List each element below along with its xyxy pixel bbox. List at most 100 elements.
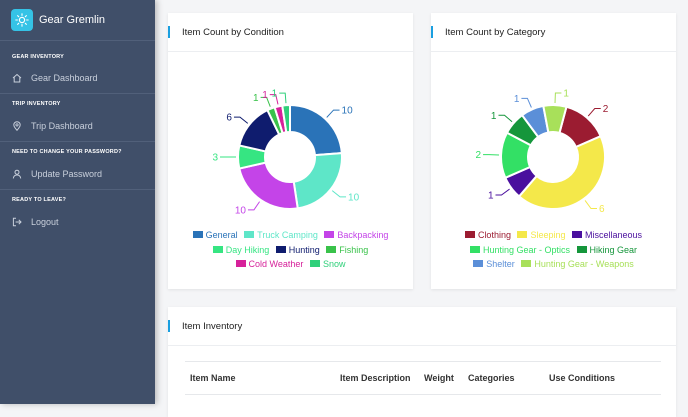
legend-swatch	[326, 246, 336, 253]
user-icon	[12, 169, 22, 179]
legend-label: Backpacking	[337, 230, 388, 240]
sidebar-divider	[0, 93, 155, 94]
data-label-fishing: 1	[253, 93, 259, 104]
legend-swatch	[465, 231, 475, 238]
data-label-clothing: 2	[603, 104, 609, 115]
legend-swatch	[572, 231, 582, 238]
data-label-cold-weather: 1	[262, 90, 268, 101]
data-label-shelter: 1	[514, 94, 520, 105]
legend-label: Cold Weather	[249, 259, 304, 269]
legend-swatch	[577, 246, 587, 253]
data-label-hunting-gear-weapons: 1	[563, 89, 569, 100]
legend-swatch	[470, 246, 480, 253]
leader-line-sleeping	[585, 200, 597, 208]
condition-card-title: Item Count by Condition	[168, 13, 413, 52]
nav-update-password-label: Update Password	[31, 169, 102, 179]
data-label-general: 10	[342, 106, 354, 117]
nav-trip-dashboard-label: Trip Dashboard	[31, 121, 93, 131]
legend-item-backpacking[interactable]: Backpacking	[324, 228, 388, 243]
legend-swatch	[310, 260, 320, 267]
nav-update-password[interactable]: Update Password	[0, 163, 155, 185]
column-header-item-name[interactable]: Item Name	[190, 373, 236, 383]
data-label-backpacking: 10	[235, 205, 247, 216]
nav-gear-dashboard[interactable]: Gear Dashboard	[0, 67, 155, 89]
legend-swatch	[517, 231, 527, 238]
legend-label: Hunting Gear - Optics	[483, 245, 570, 255]
leader-line-snow	[279, 93, 286, 103]
nav-logout[interactable]: Logout	[0, 211, 155, 233]
legend-item-day-hiking[interactable]: Day Hiking	[213, 243, 270, 258]
legend-label: Snow	[323, 259, 346, 269]
sidebar-divider	[0, 189, 155, 190]
leader-line-general	[327, 110, 340, 117]
legend-item-fishing[interactable]: Fishing	[326, 243, 368, 258]
brand-name: Gear Gremlin	[39, 14, 105, 26]
leader-line-clothing	[588, 108, 601, 116]
nav-logout-label: Logout	[31, 217, 59, 227]
legend-item-snow[interactable]: Snow	[310, 257, 346, 272]
slice-truck-camping[interactable]	[294, 153, 342, 208]
leader-line-truck-camping	[332, 191, 346, 197]
sidebar: Gear Gremlin GEAR INVENTORY Gear Dashboa…	[0, 0, 155, 404]
legend-item-general[interactable]: General	[193, 228, 238, 243]
legend-swatch	[324, 231, 334, 238]
legend-item-hunting-gear-optics[interactable]: Hunting Gear - Optics	[470, 243, 570, 258]
data-label-hiking-gear: 1	[491, 111, 497, 122]
data-label-sleeping: 6	[599, 204, 605, 215]
data-label-snow: 1	[272, 89, 278, 100]
legend-swatch	[473, 260, 483, 267]
legend-item-hunting[interactable]: Hunting	[276, 243, 320, 258]
leader-line-hunting	[234, 117, 248, 123]
data-label-day-hiking: 3	[212, 153, 218, 164]
legend-label: Day Hiking	[226, 245, 270, 255]
legend-swatch	[276, 246, 286, 253]
data-label-truck-camping: 10	[348, 192, 360, 203]
legend-label: Clothing	[478, 230, 511, 240]
legend-swatch	[244, 231, 254, 238]
leader-line-shelter	[521, 98, 531, 107]
legend-label: Sleeping	[530, 230, 565, 240]
legend-label: Shelter	[486, 259, 515, 269]
legend-label: Hiking Gear	[590, 245, 638, 255]
condition-chart-card: Item Count by Condition 10101036111 Gene…	[168, 13, 413, 289]
legend-item-hunting-gear-weapons[interactable]: Hunting Gear - Weapons	[521, 257, 633, 272]
category-chart-card: Item Count by Category 2 6 1 2 1 1 1 Clothing …	[431, 13, 676, 289]
brand[interactable]: Gear Gremlin	[0, 0, 155, 41]
legend-item-cold-weather[interactable]: Cold Weather	[236, 257, 304, 272]
legend-swatch	[213, 246, 223, 253]
legend-label: Hunting	[289, 245, 320, 255]
logout-icon	[12, 217, 22, 227]
legend-item-shelter[interactable]: Shelter	[473, 257, 515, 272]
leader-line-backpacking	[248, 202, 260, 210]
column-header-item-description[interactable]: Item Description	[340, 373, 411, 383]
map-pin-icon	[12, 121, 22, 131]
column-header-use-conditions[interactable]: Use Conditions	[549, 373, 615, 383]
leader-line-miscellaneous	[496, 189, 510, 195]
data-label-hunting: 6	[226, 113, 232, 124]
column-header-weight[interactable]: Weight	[424, 373, 454, 383]
legend-swatch	[193, 231, 203, 238]
nav-gear-dashboard-label: Gear Dashboard	[31, 73, 98, 83]
category-card-title: Item Count by Category	[431, 13, 676, 52]
legend-item-truck-camping[interactable]: Truck Camping	[244, 228, 318, 243]
legend-swatch	[236, 260, 246, 267]
legend-label: Miscellaneous	[585, 230, 642, 240]
slice-general[interactable]	[290, 105, 342, 155]
home-icon	[12, 73, 22, 83]
legend-label: Truck Camping	[257, 230, 318, 240]
legend-item-sleeping[interactable]: Sleeping	[517, 228, 565, 243]
inventory-card-title: Item Inventory	[168, 307, 676, 346]
sidebar-divider	[0, 141, 155, 142]
data-label-hunting-gear-optics: 2	[475, 150, 481, 161]
slice-backpacking[interactable]	[239, 163, 297, 209]
column-header-categories[interactable]: Categories	[468, 373, 515, 383]
inventory-table-header: Item Name Item Description Weight Catego…	[185, 361, 661, 395]
leader-line-hiking-gear	[498, 115, 512, 122]
nav-trip-dashboard[interactable]: Trip Dashboard	[0, 115, 155, 137]
category-legend: Clothing Sleeping Miscellaneous Hunting …	[431, 228, 676, 272]
condition-legend: General Truck Camping Backpacking Day Hi…	[168, 228, 413, 272]
data-label-miscellaneous: 1	[488, 191, 494, 202]
legend-item-hiking-gear[interactable]: Hiking Gear	[577, 243, 638, 258]
legend-item-clothing[interactable]: Clothing	[465, 228, 511, 243]
legend-item-miscellaneous[interactable]: Miscellaneous	[572, 228, 642, 243]
